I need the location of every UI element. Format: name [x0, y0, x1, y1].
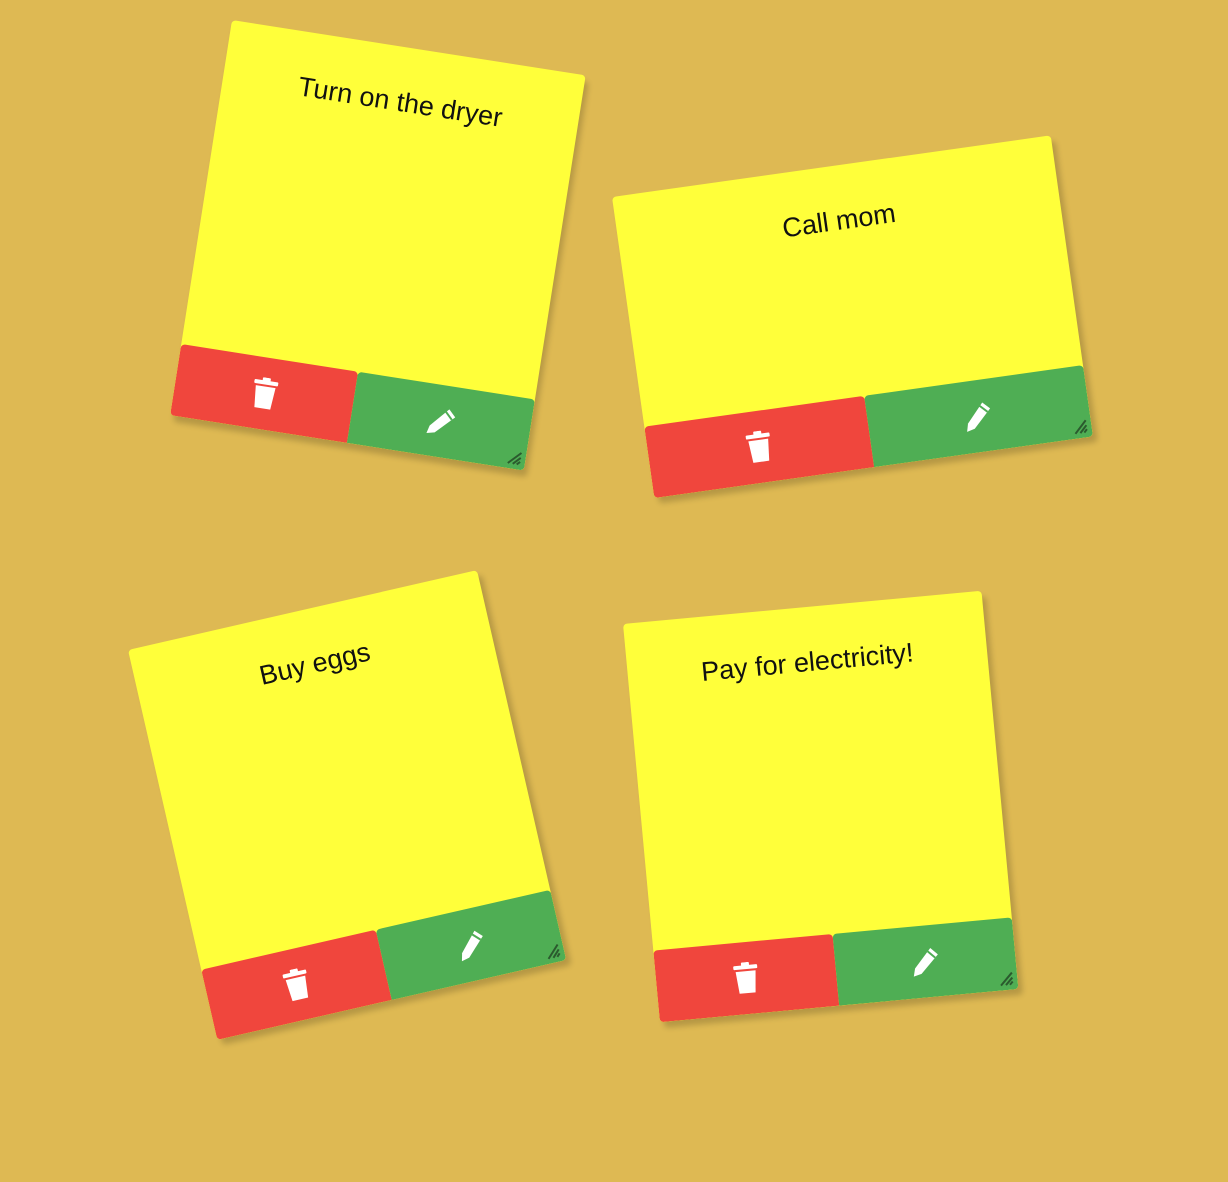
note-text: Pay for electricity! — [699, 637, 915, 687]
edit-button[interactable] — [863, 365, 1093, 468]
resize-handle-icon[interactable] — [505, 448, 523, 466]
resize-handle-icon[interactable] — [542, 941, 561, 960]
trash-icon — [249, 376, 280, 412]
notes-board: Turn on the dryer Call mom Buy eggs Pay … — [0, 0, 1228, 1182]
edit-button[interactable] — [832, 917, 1019, 1006]
sticky-note[interactable]: Buy eggs — [128, 570, 567, 1040]
note-actions — [170, 344, 535, 471]
note-actions — [653, 917, 1019, 1023]
delete-button[interactable] — [170, 344, 359, 443]
note-text: Call mom — [780, 197, 898, 244]
resize-handle-icon[interactable] — [1070, 417, 1088, 435]
note-text: Buy eggs — [256, 636, 373, 691]
pencil-icon — [908, 944, 943, 979]
note-actions — [201, 889, 567, 1040]
edit-button[interactable] — [346, 371, 535, 471]
note-actions — [644, 365, 1093, 499]
pencil-icon — [423, 403, 460, 440]
note-text: Turn on the dryer — [296, 71, 505, 133]
sticky-note[interactable]: Call mom — [612, 135, 1093, 499]
delete-button[interactable] — [653, 933, 840, 1023]
pencil-icon — [452, 926, 490, 964]
resize-handle-icon[interactable] — [997, 969, 1014, 987]
trash-icon — [732, 961, 761, 995]
pencil-icon — [960, 398, 996, 434]
delete-button[interactable] — [201, 929, 392, 1040]
sticky-note[interactable]: Pay for electricity! — [623, 590, 1019, 1023]
sticky-note[interactable]: Turn on the dryer — [170, 20, 586, 471]
trash-icon — [280, 966, 312, 1003]
delete-button[interactable] — [644, 395, 874, 499]
trash-icon — [744, 429, 774, 464]
edit-button[interactable] — [375, 889, 567, 1000]
